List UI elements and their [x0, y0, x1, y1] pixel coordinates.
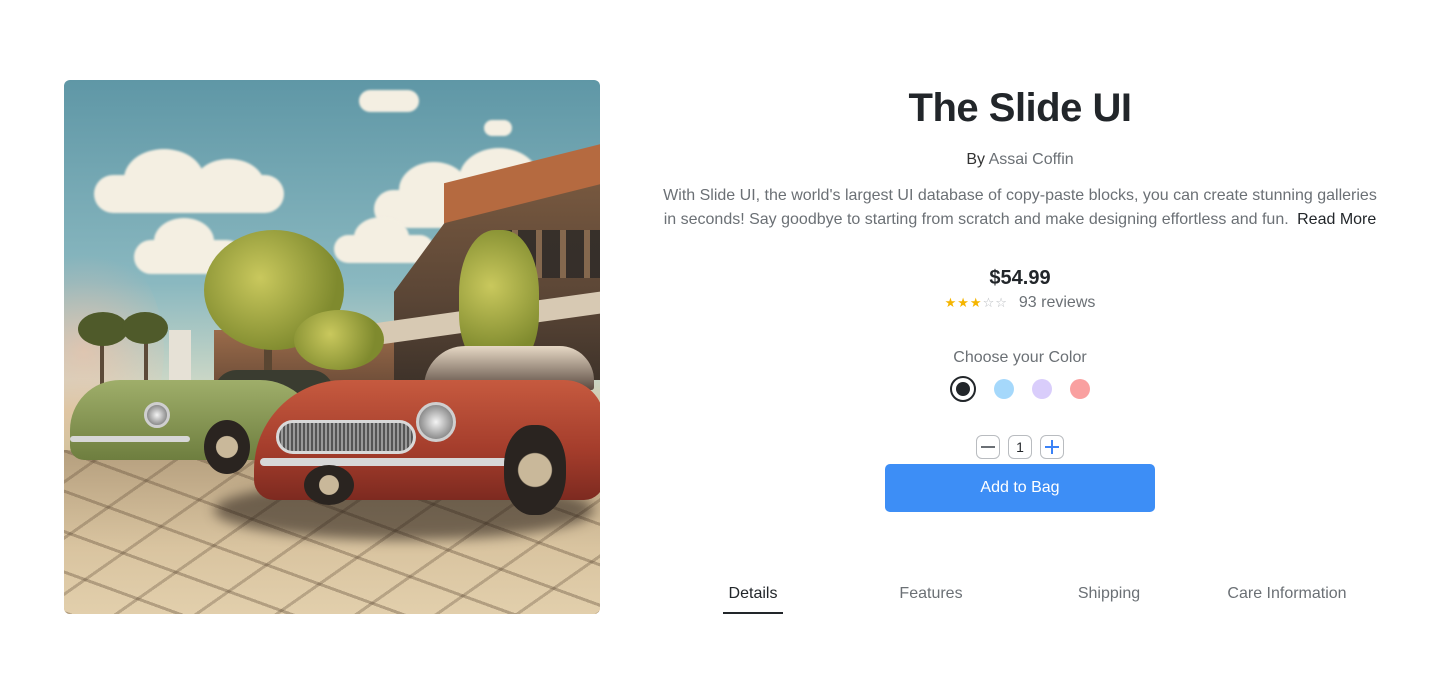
- tab-label: Care Information: [1227, 585, 1347, 602]
- red-car-wheel: [304, 465, 354, 505]
- color-picker-label: Choose your Color: [953, 349, 1087, 366]
- star-empty-icon: ☆: [995, 295, 1007, 310]
- byline-prefix: By: [966, 151, 986, 168]
- increment-button[interactable]: [1040, 435, 1064, 459]
- quantity-value[interactable]: 1: [1008, 435, 1032, 459]
- color-swatch-salmon[interactable]: [1070, 379, 1090, 399]
- author-name: Assai Coffin: [988, 151, 1074, 168]
- tab-label: Details: [722, 580, 784, 614]
- color-swatch-sky[interactable]: [994, 379, 1014, 399]
- minus-icon: [981, 446, 995, 448]
- plus-icon: [1045, 440, 1059, 454]
- color-swatch-lavender[interactable]: [1032, 379, 1052, 399]
- palm-frond: [78, 312, 128, 346]
- product-page: The Slide UI By Assai Coffin With Slide …: [0, 0, 1440, 694]
- tab-label: Shipping: [1077, 585, 1141, 602]
- cloud: [94, 149, 284, 213]
- rating: ★ ★ ★ ☆ ☆ 93 reviews: [660, 294, 1380, 312]
- star-rating: ★ ★ ★ ☆ ☆: [945, 295, 1007, 311]
- product-price: $54.99: [989, 267, 1051, 289]
- tab-features[interactable]: Features: [842, 580, 1020, 614]
- read-more-link[interactable]: Read More: [1297, 211, 1376, 228]
- palm-frond: [122, 312, 168, 344]
- red-car-wheel: [504, 425, 566, 515]
- color-picker: [660, 376, 1380, 402]
- green-car-bumper: [70, 436, 190, 442]
- tree: [294, 310, 384, 370]
- product-image: [64, 80, 600, 614]
- quantity-stepper: 1: [660, 435, 1380, 459]
- red-car-grille: [276, 420, 416, 454]
- product-info: The Slide UI By Assai Coffin With Slide …: [660, 80, 1380, 512]
- selected-dot: [956, 382, 970, 396]
- add-to-bag-button[interactable]: Add to Bag: [885, 464, 1155, 512]
- product-tabs: Details Features Shipping Care Informati…: [664, 580, 1376, 614]
- tab-details[interactable]: Details: [664, 580, 842, 614]
- red-car-bumper: [260, 458, 520, 466]
- star-filled-icon: ★: [944, 295, 957, 310]
- tab-label: Features: [899, 585, 963, 602]
- decrement-button[interactable]: [976, 435, 1000, 459]
- cloud: [484, 120, 512, 136]
- red-car-headlight: [416, 402, 456, 442]
- star-filled-icon: ★: [969, 295, 982, 310]
- cloud: [359, 90, 419, 112]
- green-car-headlight: [144, 402, 170, 428]
- product-title: The Slide UI: [908, 86, 1132, 130]
- review-count[interactable]: 93 reviews: [1019, 294, 1095, 312]
- tab-shipping[interactable]: Shipping: [1020, 580, 1198, 614]
- star-empty-icon: ☆: [982, 295, 995, 310]
- green-car-wheel: [204, 420, 250, 474]
- color-swatch-dark[interactable]: [950, 376, 976, 402]
- tab-care-information[interactable]: Care Information: [1198, 580, 1376, 614]
- description-text: With Slide UI, the world's largest UI da…: [663, 187, 1377, 228]
- product-description: With Slide UI, the world's largest UI da…: [660, 184, 1380, 232]
- byline: By Assai Coffin: [660, 151, 1380, 169]
- star-filled-icon: ★: [957, 295, 969, 310]
